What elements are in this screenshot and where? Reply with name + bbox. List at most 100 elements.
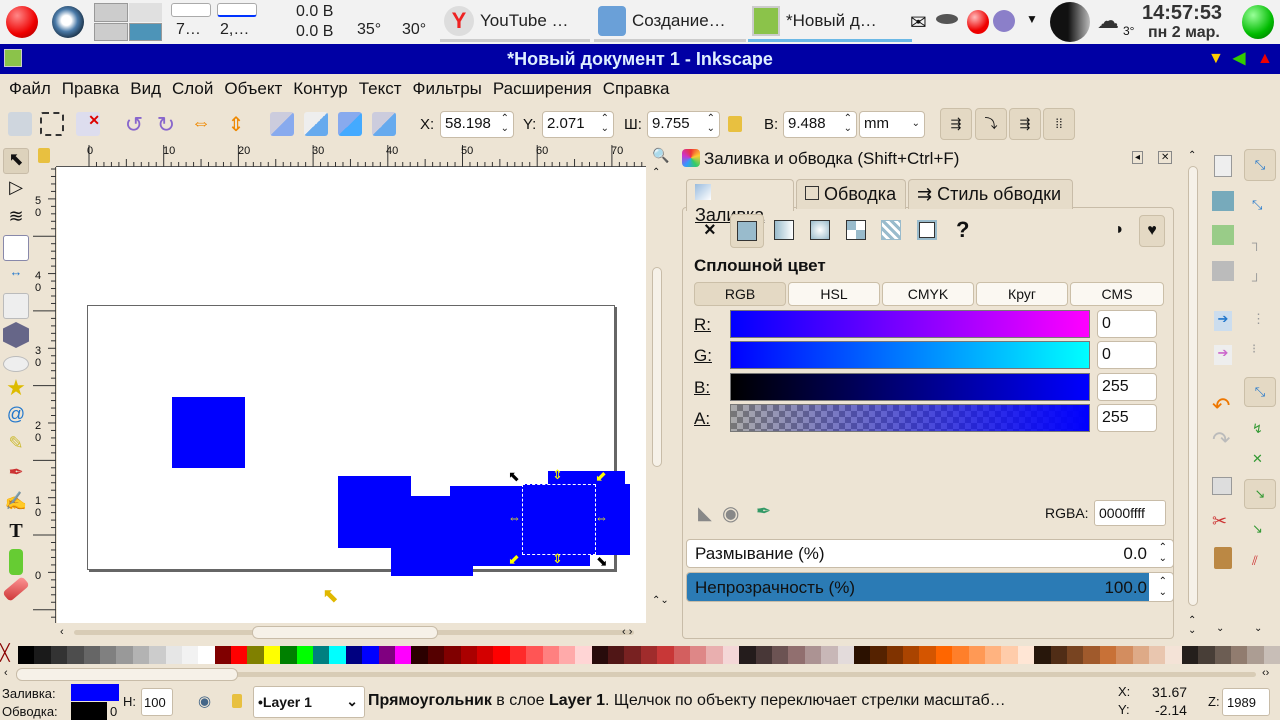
red-indicator-icon[interactable] <box>967 10 989 34</box>
alpha-input[interactable]: 255 <box>1097 404 1157 432</box>
color-swatch[interactable] <box>116 646 133 664</box>
lock-layer-icon[interactable] <box>232 694 242 708</box>
alpha-slider[interactable] <box>730 404 1090 432</box>
color-swatch[interactable] <box>1263 646 1280 664</box>
cloud-icon[interactable]: ☁ <box>1097 8 1119 34</box>
fill-rule-nonzero-icon[interactable]: ♥ <box>1139 215 1165 247</box>
color-swatch[interactable] <box>1083 646 1100 664</box>
text-tool-icon[interactable]: T <box>3 520 29 546</box>
scroll-up-icon[interactable]: ⌃ <box>652 167 660 178</box>
star-tool-icon[interactable]: ★ <box>3 375 29 401</box>
y-input[interactable]: 2.071 ⌃ ⌄ <box>542 111 614 138</box>
color-swatch[interactable] <box>804 646 822 664</box>
blur-slider[interactable]: Размывание (%) 0.0 ⌃ ⌄ <box>686 539 1174 568</box>
color-swatch[interactable] <box>673 646 691 664</box>
fill-swatch[interactable] <box>71 684 119 701</box>
color-swatch[interactable] <box>476 646 494 664</box>
redo-icon[interactable]: ↷ <box>1212 427 1230 453</box>
restore-icon[interactable]: ◀ <box>1233 44 1245 74</box>
minimize-icon[interactable]: ▼ <box>1208 44 1224 74</box>
color-swatch[interactable] <box>1050 646 1067 664</box>
color-swatch[interactable] <box>509 646 527 664</box>
mode-cmyk-tab[interactable]: CMYK <box>882 282 974 306</box>
blue-input[interactable]: 255 <box>1097 373 1157 401</box>
scrollbar-thumb[interactable] <box>16 668 238 681</box>
color-swatch[interactable] <box>378 646 395 664</box>
color-swatch[interactable] <box>1132 646 1149 664</box>
color-palette[interactable]: ╳ <box>0 646 1280 664</box>
lock-icon[interactable] <box>728 116 742 132</box>
export-icon[interactable]: ➔ <box>1214 345 1232 365</box>
rgba-input[interactable]: 0000ffff <box>1094 500 1166 526</box>
inkscape-icon[interactable] <box>4 49 22 67</box>
scrollbar-thumb[interactable] <box>1188 166 1198 606</box>
spin-arrows-icon[interactable]: ⌃ ⌄ <box>707 114 715 134</box>
ellipse-tool-icon[interactable] <box>3 356 29 372</box>
zoom-tool-icon[interactable] <box>3 235 29 261</box>
color-swatch[interactable] <box>1230 646 1248 664</box>
color-swatch[interactable] <box>1198 646 1215 664</box>
scale-stroke-button[interactable]: ⇶ <box>940 108 972 140</box>
no-color-swatch-icon[interactable]: ╳ <box>0 646 18 664</box>
calligraphy-tool-icon[interactable]: ✍ <box>3 491 29 517</box>
snap-bbox-icon[interactable]: ⤡ <box>1252 197 1262 213</box>
tab-fill[interactable]: Заливка <box>686 179 794 225</box>
spin-arrows-icon[interactable]: ⌃ ⌄ <box>601 114 609 134</box>
color-swatch[interactable] <box>394 646 412 664</box>
skew-handle-icon[interactable]: ⇕ <box>552 467 563 483</box>
color-swatch[interactable] <box>83 646 100 664</box>
color-swatch[interactable] <box>247 646 264 664</box>
rotate-handle-icon[interactable]: ⬋ <box>595 468 607 485</box>
color-swatch[interactable] <box>771 646 789 664</box>
lower-to-bottom-icon[interactable] <box>372 112 396 136</box>
height-input[interactable]: 9.488 ⌃ ⌄ <box>783 111 857 138</box>
fill-rule-evenodd-icon[interactable]: ◗ <box>1115 221 1125 239</box>
spin-arrows-icon[interactable]: ⌃ ⌄ <box>1159 542 1167 564</box>
stroke-width[interactable]: 0 <box>110 704 117 719</box>
color-swatch[interactable] <box>591 646 609 664</box>
color-swatch[interactable] <box>722 646 740 664</box>
skew-handle-icon[interactable]: ⇔ <box>595 510 608 525</box>
color-swatch[interactable] <box>935 646 953 664</box>
color-swatch[interactable] <box>968 646 986 664</box>
snap-bbox-midpoint-icon[interactable]: ⋮ <box>1252 311 1265 327</box>
color-swatch[interactable] <box>1214 646 1231 664</box>
deselect-icon[interactable]: ✕ <box>76 112 100 136</box>
panel-close-icon[interactable]: ✕ <box>1158 151 1173 164</box>
color-swatch[interactable] <box>149 646 166 664</box>
opacity-input[interactable]: 100 <box>141 688 173 716</box>
snap-cusp-button[interactable]: ↘ <box>1244 479 1276 509</box>
color-swatch[interactable] <box>214 646 232 664</box>
out-of-gamut-icon[interactable]: ◉ <box>722 501 739 526</box>
color-swatch[interactable] <box>67 646 84 664</box>
mode-rgb-tab[interactable]: RGB <box>694 282 786 306</box>
raise-to-top-icon[interactable] <box>270 112 294 136</box>
paste-icon[interactable] <box>1214 547 1232 569</box>
palette-scrollbar[interactable]: ‹ ‹› <box>0 666 1280 684</box>
menu-edit[interactable]: Правка <box>57 79 125 99</box>
color-swatch[interactable] <box>903 646 920 664</box>
snap-nodes-button[interactable]: ⤡ <box>1244 377 1276 407</box>
scale-handle-icon[interactable]: ⬉ <box>508 468 520 485</box>
color-swatch[interactable] <box>870 646 887 664</box>
flip-vertical-icon[interactable]: ⇕ <box>224 112 248 136</box>
mode-wheel-tab[interactable]: Круг <box>976 282 1068 306</box>
color-swatch[interactable] <box>362 646 379 664</box>
color-swatch[interactable] <box>919 646 936 664</box>
color-swatch[interactable] <box>165 646 182 664</box>
tab-stroke-style[interactable]: ⇉ Стиль обводки <box>908 179 1073 209</box>
close-icon[interactable]: ▲ <box>1257 44 1273 74</box>
task-youtube[interactable]: Y YouTube … <box>440 2 590 42</box>
scroll-right-icon[interactable]: ‹ › <box>622 626 632 638</box>
spin-arrows-icon[interactable]: ⌃ ⌄ <box>844 114 852 134</box>
color-swatch[interactable] <box>18 646 35 664</box>
color-swatch[interactable] <box>329 646 346 664</box>
menu-path[interactable]: Контур <box>288 79 354 99</box>
clock-time[interactable]: 14:57:53 <box>1142 2 1222 25</box>
task-editor[interactable]: Создание… <box>594 2 746 42</box>
color-swatch[interactable] <box>624 646 641 664</box>
color-swatch[interactable] <box>1099 646 1117 664</box>
menu-object[interactable]: Объект <box>219 79 288 99</box>
color-swatch[interactable] <box>313 646 330 664</box>
green-slider[interactable] <box>730 341 1090 369</box>
